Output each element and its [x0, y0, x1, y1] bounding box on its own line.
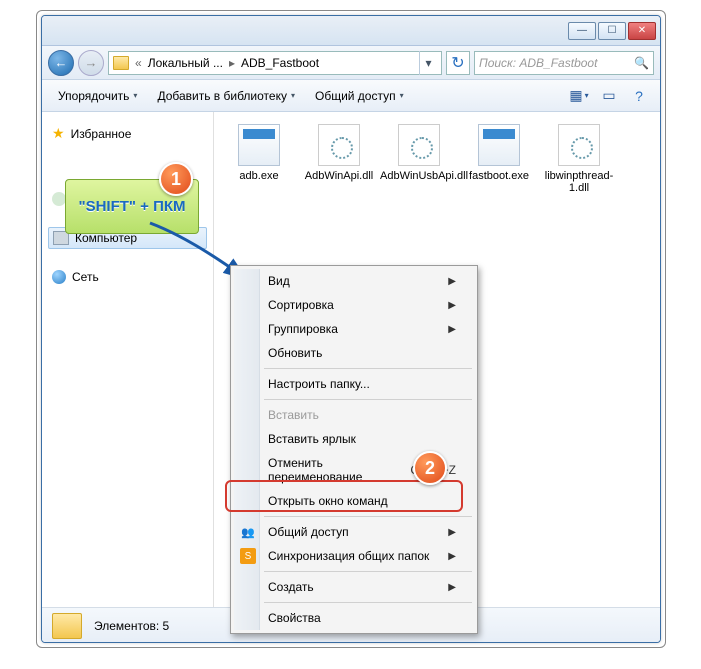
dll-file-icon	[398, 124, 440, 166]
separator	[264, 571, 472, 572]
chevron-down-icon: ▾	[291, 91, 295, 100]
file-name-label: libwinpthread-1.dll	[540, 170, 618, 194]
organize-label: Упорядочить	[58, 89, 129, 103]
file-name-label: adb.exe	[220, 170, 298, 182]
file-item[interactable]: adb.exe	[220, 124, 298, 194]
star-icon: ★	[52, 125, 65, 142]
search-input[interactable]: Поиск: ADB_Fastboot 🔍	[474, 51, 654, 75]
search-placeholder: Поиск: ADB_Fastboot	[479, 56, 597, 70]
ctx-share[interactable]: 👥 Общий доступ ▶	[234, 520, 474, 544]
toolbar: Упорядочить ▾ Добавить в библиотеку ▾ Об…	[42, 80, 660, 112]
nav-forward-button[interactable]: →	[78, 50, 104, 76]
minimize-button[interactable]: —	[568, 22, 596, 40]
separator	[264, 368, 472, 369]
ctx-sort[interactable]: Сортировка ▶	[234, 293, 474, 317]
search-icon: 🔍	[634, 56, 649, 70]
breadcrumb-current[interactable]: ADB_Fastboot	[241, 56, 319, 70]
file-name-label: fastboot.exe	[460, 170, 538, 182]
ctx-open-command-window[interactable]: Открыть окно команд	[234, 489, 474, 513]
sync-icon: S	[240, 548, 256, 564]
separator	[264, 516, 472, 517]
ctx-properties[interactable]: Свойства	[234, 606, 474, 630]
submenu-arrow-icon: ▶	[448, 276, 456, 287]
breadcrumb-parent[interactable]: Локальный ...	[148, 56, 223, 70]
ctx-group[interactable]: Группировка ▶	[234, 317, 474, 341]
folder-icon	[52, 613, 82, 639]
ctx-paste: Вставить	[234, 403, 474, 427]
breadcrumb-separator: ▸	[229, 56, 235, 70]
submenu-arrow-icon: ▶	[448, 527, 456, 538]
window-titlebar: — ☐ ✕	[42, 16, 660, 46]
file-item[interactable]: libwinpthread-1.dll	[540, 124, 618, 194]
share-icon: 👥	[240, 524, 256, 540]
sidebar-label: Сеть	[72, 270, 99, 284]
navigation-bar: ← → « Локальный ... ▸ ADB_Fastboot ▾ ↻ П…	[42, 46, 660, 80]
ctx-customize-folder[interactable]: Настроить папку...	[234, 372, 474, 396]
network-icon	[52, 270, 66, 284]
file-item[interactable]: fastboot.exe	[460, 124, 538, 194]
organize-button[interactable]: Упорядочить ▾	[50, 85, 145, 107]
sidebar-label: Избранное	[71, 127, 132, 141]
chevron-down-icon: ▾	[133, 91, 137, 100]
annotation-badge-2: 2	[413, 451, 447, 485]
library-label: Добавить в библиотеку	[157, 89, 287, 103]
address-dropdown[interactable]: ▾	[419, 51, 437, 75]
ctx-sync-shared-folders[interactable]: S Синхронизация общих папок ▶	[234, 544, 474, 568]
share-label: Общий доступ	[315, 89, 396, 103]
address-bar[interactable]: « Локальный ... ▸ ADB_Fastboot ▾	[108, 51, 442, 75]
dll-file-icon	[558, 124, 600, 166]
submenu-arrow-icon: ▶	[448, 582, 456, 593]
file-item[interactable]: AdbWinApi.dll	[300, 124, 378, 194]
separator	[264, 602, 472, 603]
annotation-badge-1: 1	[159, 162, 193, 196]
ctx-paste-shortcut[interactable]: Вставить ярлык	[234, 427, 474, 451]
share-button[interactable]: Общий доступ ▾	[307, 85, 412, 107]
breadcrumb-chevron-left: «	[135, 56, 142, 70]
callout-text: "SHIFT" + ПКМ	[78, 198, 185, 215]
close-button[interactable]: ✕	[628, 22, 656, 40]
nav-back-button[interactable]: ←	[48, 50, 74, 76]
preview-pane-button[interactable]: ▭	[596, 85, 622, 107]
homegroup-icon	[52, 192, 66, 206]
exe-file-icon	[238, 124, 280, 166]
maximize-button[interactable]: ☐	[598, 22, 626, 40]
folder-icon	[113, 56, 129, 70]
dll-file-icon	[318, 124, 360, 166]
submenu-arrow-icon: ▶	[448, 551, 456, 562]
file-item[interactable]: AdbWinUsbApi.dll	[380, 124, 458, 194]
help-button[interactable]: ?	[626, 85, 652, 107]
ctx-new[interactable]: Создать ▶	[234, 575, 474, 599]
view-options-button[interactable]: ▦▾	[566, 85, 592, 107]
exe-file-icon	[478, 124, 520, 166]
ctx-view[interactable]: Вид ▶	[234, 269, 474, 293]
refresh-button[interactable]: ↻	[446, 51, 470, 75]
separator	[264, 399, 472, 400]
file-name-label: AdbWinApi.dll	[300, 170, 378, 182]
file-name-label: AdbWinUsbApi.dll	[380, 170, 458, 182]
sidebar-network[interactable]: Сеть	[48, 267, 207, 287]
submenu-arrow-icon: ▶	[448, 300, 456, 311]
context-menu: Вид ▶ Сортировка ▶ Группировка ▶ Обновит…	[230, 265, 478, 634]
ctx-refresh[interactable]: Обновить	[234, 341, 474, 365]
sidebar-favorites[interactable]: ★ Избранное	[48, 122, 207, 145]
chevron-down-icon: ▾	[400, 91, 404, 100]
submenu-arrow-icon: ▶	[448, 324, 456, 335]
status-items-count: Элементов: 5	[94, 619, 169, 633]
add-to-library-button[interactable]: Добавить в библиотеку ▾	[149, 85, 303, 107]
